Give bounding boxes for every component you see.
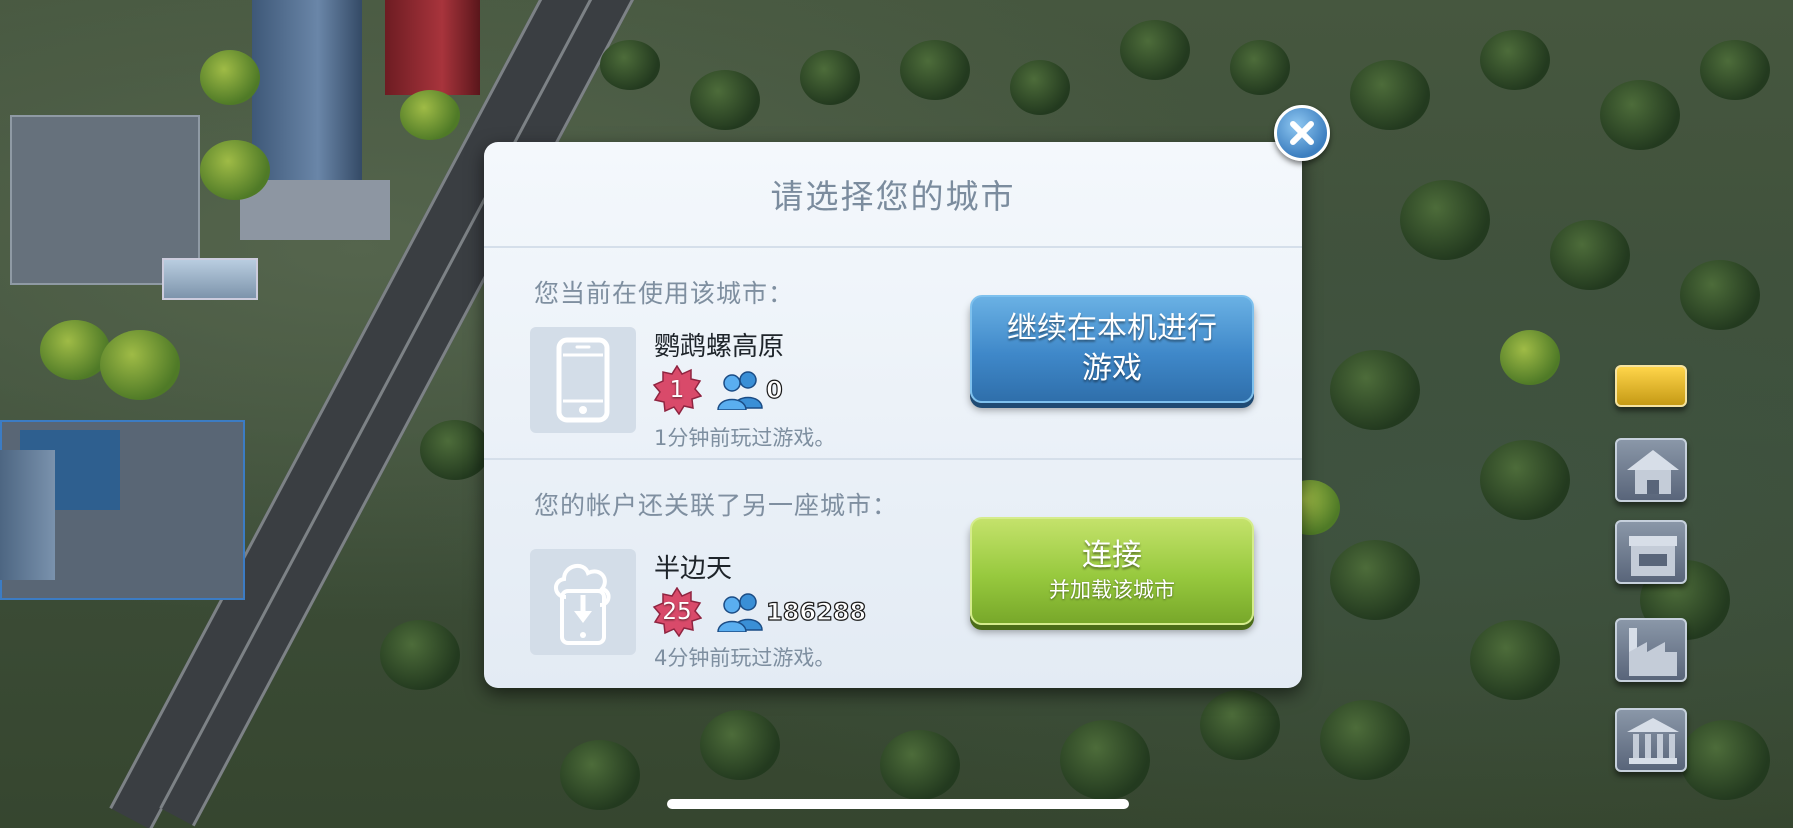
continue-on-device-button[interactable]: 继续在本机进行游戏 — [970, 295, 1254, 403]
current-city-heading: 您当前在使用该城市： — [534, 279, 795, 308]
current-city-section: 您当前在使用该城市： 鹦鹉螺高原 1 0 1分钟前玩过游戏。 继续在本机进行游戏 — [484, 250, 1302, 460]
linked-city-section: 您的帐户还关联了另一座城市： 半边天 25 186288 4分钟前玩过游戏。 连… — [484, 462, 1302, 688]
tree — [380, 620, 460, 690]
residential-zone-icon[interactable] — [1615, 438, 1687, 502]
tree — [100, 330, 180, 400]
tree — [1400, 180, 1490, 260]
tree — [560, 740, 640, 810]
cloud-download-phone-icon — [530, 549, 636, 655]
linked-city-heading: 您的帐户还关联了另一座城市： — [534, 491, 899, 520]
tree — [600, 40, 660, 90]
tree — [420, 420, 490, 480]
linked-city-name: 半边天 — [654, 554, 733, 584]
linked-city-stats: 25 186288 — [652, 587, 867, 637]
continue-button-label: 继续在本机进行游戏 — [1007, 311, 1217, 386]
current-city-last-played: 1分钟前玩过游戏。 — [654, 426, 836, 450]
tree — [700, 710, 780, 780]
tree — [900, 40, 970, 100]
billboard — [162, 258, 258, 300]
tree — [1330, 350, 1420, 430]
population-count: 0 — [765, 375, 783, 404]
tree — [800, 50, 860, 105]
tree — [200, 140, 270, 200]
tree — [1320, 700, 1410, 780]
tree — [1600, 80, 1680, 150]
population-icon — [717, 593, 763, 632]
level-badge: 25 — [652, 587, 702, 637]
level-value: 25 — [662, 599, 692, 625]
tree — [1680, 260, 1760, 330]
tree — [1060, 720, 1150, 800]
tree — [1470, 620, 1560, 700]
population-icon — [717, 371, 763, 410]
level-badge: 1 — [652, 365, 702, 415]
tree — [880, 730, 960, 800]
connect-and-load-button[interactable]: 连接 并加载该城市 — [970, 517, 1254, 625]
red-tower — [385, 0, 480, 95]
tree — [1680, 720, 1770, 800]
tree — [1350, 60, 1430, 130]
current-city-name: 鹦鹉螺高原 — [654, 332, 785, 362]
level-value: 1 — [669, 377, 685, 403]
skyscraper-base — [240, 180, 390, 240]
close-icon[interactable] — [1274, 105, 1330, 161]
tree — [1010, 60, 1070, 115]
tree — [1200, 690, 1280, 760]
office-building-left — [0, 450, 55, 580]
government-building-icon[interactable] — [1615, 708, 1687, 772]
tree — [40, 320, 110, 380]
road-tool-icon[interactable] — [1615, 365, 1687, 407]
tree — [1550, 220, 1630, 290]
tree — [1480, 440, 1570, 520]
phone-icon — [530, 327, 636, 433]
select-city-dialog: 请选择您的城市 您当前在使用该城市： 鹦鹉螺高原 1 0 1分钟前玩过游戏。 继… — [484, 142, 1302, 688]
dialog-title: 请选择您的城市 — [484, 142, 1302, 248]
current-city-stats: 1 0 — [652, 365, 783, 415]
home-indicator[interactable] — [667, 799, 1129, 809]
tree — [200, 50, 260, 105]
population-count: 186288 — [765, 597, 867, 626]
tree — [1480, 30, 1550, 90]
tree — [1330, 540, 1420, 620]
tree — [690, 70, 760, 130]
tree — [1500, 330, 1560, 385]
connect-button-label: 连接 — [1082, 538, 1142, 573]
linked-city-last-played: 4分钟前玩过游戏。 — [654, 646, 836, 670]
factory-icon[interactable] — [1615, 618, 1687, 682]
tree — [1700, 40, 1770, 100]
connect-button-sublabel: 并加载该城市 — [1049, 578, 1175, 602]
tree — [1230, 40, 1290, 95]
commercial-shop-icon[interactable] — [1615, 520, 1687, 584]
tree — [400, 90, 460, 140]
tree — [1120, 20, 1190, 80]
